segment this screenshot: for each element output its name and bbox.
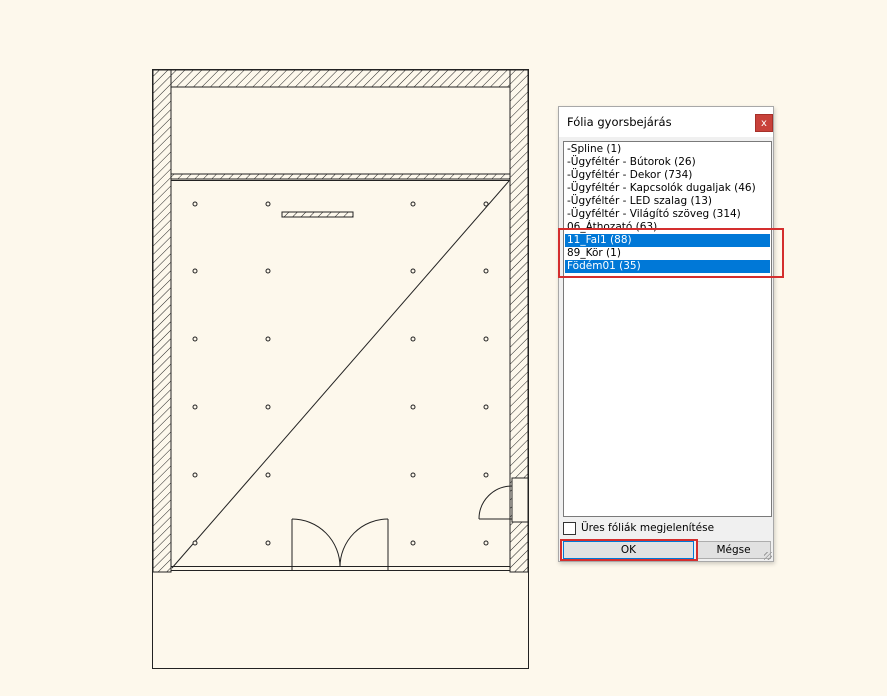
ceiling-light-icon <box>192 336 198 342</box>
ceiling-light-icon <box>483 336 489 342</box>
ceiling-light-icon <box>483 404 489 410</box>
ceiling-light-icon <box>410 472 416 478</box>
dialog-title: Fólia gyorsbejárás <box>567 115 672 129</box>
ceiling-light-icon <box>265 472 271 478</box>
ceiling-light-icon <box>265 201 271 207</box>
resize-grip-icon[interactable] <box>764 552 772 560</box>
partition-beam <box>170 173 511 180</box>
dialog-titlebar[interactable]: Fólia gyorsbejárás x <box>559 107 773 137</box>
layer-list-item[interactable]: -Ügyféltér - Bútorok (26) <box>565 156 770 169</box>
ceiling-light-icon <box>410 336 416 342</box>
plan-outline <box>152 69 529 669</box>
ceiling-light-icon <box>410 201 416 207</box>
layer-list-item[interactable]: Födém01 (35) <box>565 260 770 273</box>
double-door <box>291 518 389 570</box>
show-empty-checkbox[interactable] <box>563 522 576 535</box>
folia-dialog: Fólia gyorsbejárás x -Spline (1) -Ügyfélt… <box>558 106 774 562</box>
layer-list-item[interactable]: 11_Fal1 (88) <box>565 234 770 247</box>
side-door <box>478 477 529 523</box>
layer-list-item[interactable]: -Ügyféltér - Világító szöveg (314) <box>565 208 770 221</box>
ceiling-light-icon <box>483 268 489 274</box>
ceiling-light-icon <box>265 268 271 274</box>
ceiling-light-icon <box>192 472 198 478</box>
close-button[interactable]: x <box>755 114 773 132</box>
layer-list-item[interactable]: -Spline (1) <box>565 143 770 156</box>
ceiling-light-icon <box>483 472 489 478</box>
layer-list-item[interactable]: -Ügyféltér - Dekor (734) <box>565 169 770 182</box>
ceiling-light-icon <box>265 336 271 342</box>
ceiling-light-icon <box>410 268 416 274</box>
cancel-button[interactable]: Mégse <box>696 541 771 559</box>
wall-top <box>152 69 529 88</box>
diagonal-line <box>171 180 510 569</box>
ceiling-light-icon <box>410 404 416 410</box>
ceiling-light-icon <box>192 268 198 274</box>
wall-left <box>152 69 172 573</box>
layer-list-item[interactable]: -Ügyféltér - Kapcsolók dugaljak (46) <box>565 182 770 195</box>
hatched-fixture <box>281 211 354 218</box>
ceiling-light-icon <box>192 404 198 410</box>
layer-list-item[interactable]: -Ügyféltér - LED szalag (13) <box>565 195 770 208</box>
ceiling-light-icon <box>192 201 198 207</box>
show-empty-label: Üres fóliák megjelenítése <box>581 522 715 534</box>
ceiling-light-icon <box>483 201 489 207</box>
ok-button[interactable]: OK <box>563 541 694 559</box>
ceiling-light-icon <box>265 540 271 546</box>
layer-listbox[interactable]: -Spline (1) -Ügyféltér - Bútorok (26) -Ügy… <box>563 141 772 517</box>
ceiling-light-icon <box>483 540 489 546</box>
ceiling-light-icon <box>410 540 416 546</box>
ceiling-light-icon <box>192 540 198 546</box>
show-empty-row[interactable]: Üres fóliák megjelenítése <box>563 521 763 537</box>
ceiling-light-icon <box>265 404 271 410</box>
layer-list-item[interactable]: 06_Áthozató (63) <box>565 221 770 234</box>
layer-list-item[interactable]: 89_Kör (1) <box>565 247 770 260</box>
